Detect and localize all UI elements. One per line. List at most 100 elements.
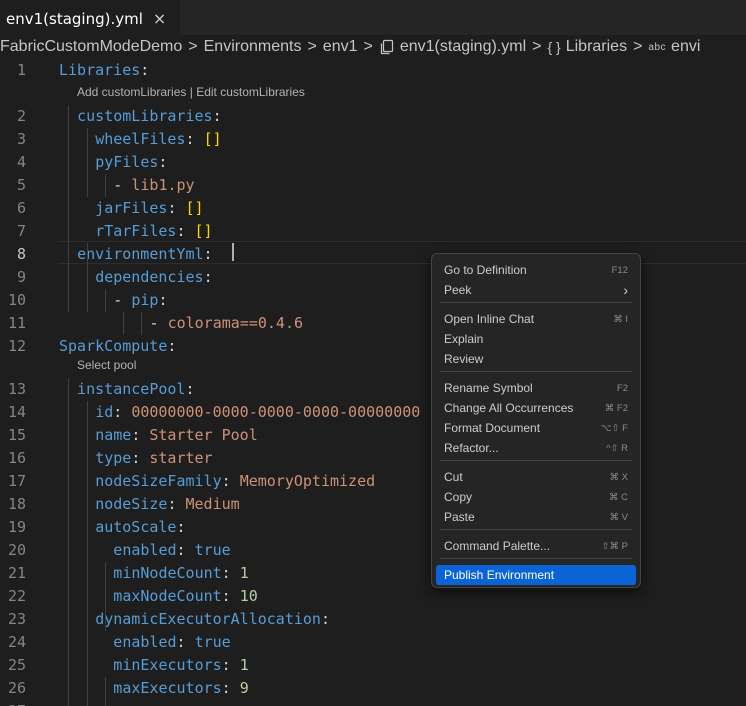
- code-token: lib1.py: [131, 176, 195, 194]
- code-line: 26 maxExecutors: 9: [0, 677, 746, 700]
- code-text: dependencies:: [95, 266, 212, 289]
- menu-item-label: Change All Occurrences: [444, 401, 574, 415]
- code-token: :: [113, 403, 132, 421]
- line-number: 15: [7, 426, 26, 444]
- menu-item-format-document[interactable]: Format Document ⌥⇧ F: [436, 418, 636, 438]
- add-custom-libraries-link[interactable]: Add customLibraries: [77, 85, 186, 99]
- code-token: enabled: [113, 541, 177, 559]
- code-text: customLibraries:: [77, 105, 222, 128]
- breadcrumb-item-libraries[interactable]: { } Libraries: [547, 38, 627, 56]
- menu-item-publish-environment[interactable]: Publish Environment: [436, 565, 636, 585]
- menu-item-change-all-occurrences[interactable]: Change All Occurrences ⌘ F2: [436, 398, 636, 418]
- menu-item-label: Command Palette...: [444, 539, 551, 553]
- line-number: 12: [7, 337, 26, 355]
- menu-item-copy[interactable]: Copy ⌘ C: [436, 487, 636, 507]
- menu-item-peek[interactable]: Peek ›: [436, 280, 636, 300]
- code-token: nodeSize: [95, 495, 168, 513]
- code-token: SparkCompute: [59, 337, 168, 355]
- breadcrumb-label: Environments: [203, 38, 302, 55]
- file-copy-icon: [380, 39, 393, 55]
- line-number: 5: [16, 176, 26, 194]
- chevron-right-icon: ›: [623, 282, 628, 298]
- code-token: 9: [239, 679, 249, 697]
- breadcrumb-label: Libraries: [565, 38, 628, 55]
- code-token: :: [212, 107, 222, 125]
- keyboard-shortcut: ⇧⌘ P: [601, 540, 628, 552]
- menu-item-label: Rename Symbol: [444, 381, 533, 395]
- code-token: :: [221, 587, 240, 605]
- code-token: :: [176, 633, 195, 651]
- breadcrumb-item-env1[interactable]: env1: [323, 38, 358, 56]
- indent-guide: [68, 378, 69, 706]
- menu-item-open-inline-chat[interactable]: Open Inline Chat ⌘ I: [436, 309, 636, 329]
- code-token: []: [185, 199, 204, 217]
- code-token: Medium: [185, 495, 240, 513]
- menu-item-go-to-definition[interactable]: Go to Definition F12: [436, 260, 636, 280]
- indent-guide: [105, 677, 106, 706]
- code-token: pip: [131, 291, 159, 309]
- code-token: dependencies: [95, 268, 204, 286]
- code-text: id: 00000000-0000-0000-0000-00000000: [95, 401, 420, 424]
- menu-item-paste[interactable]: Paste ⌘ V: [436, 507, 636, 527]
- tab-title: env1(staging).yml: [6, 9, 143, 28]
- chevron-right-icon: >: [633, 38, 643, 55]
- code-token: id: [95, 403, 114, 421]
- code-token: :: [158, 291, 168, 309]
- code-token: []: [203, 130, 222, 148]
- breadcrumb-item-project[interactable]: FabricCustomModeDemo: [0, 38, 182, 56]
- menu-separator: [440, 558, 632, 559]
- code-token: MemoryOptimized: [239, 472, 376, 490]
- line-number: 10: [7, 291, 26, 309]
- string-abc-icon: abc: [648, 41, 667, 53]
- keyboard-shortcut: ⌘ X: [609, 471, 628, 483]
- line-number: 9: [16, 268, 26, 286]
- code-token: customLibraries: [77, 107, 213, 125]
- keyboard-shortcut: ⌘ V: [609, 511, 628, 523]
- code-line: 5 - lib1.py: [0, 174, 746, 197]
- indent-guide: [105, 289, 106, 312]
- code-token: Starter Pool: [149, 426, 258, 444]
- keyboard-shortcut: F2: [616, 382, 628, 394]
- line-number: 20: [7, 541, 26, 559]
- indent-guide: [105, 562, 106, 631]
- keyboard-shortcut: ⌘ I: [613, 313, 628, 325]
- line-number: 8: [16, 245, 26, 263]
- chevron-right-icon: >: [307, 38, 317, 55]
- menu-item-review[interactable]: Review: [436, 349, 636, 369]
- menu-item-explain[interactable]: Explain: [436, 329, 636, 349]
- menu-separator: [440, 460, 632, 461]
- code-token: type: [95, 449, 132, 467]
- line-number: 3: [16, 130, 26, 148]
- chevron-right-icon: >: [188, 38, 198, 55]
- line-number: 6: [16, 199, 26, 217]
- menu-item-rename-symbol[interactable]: Rename Symbol F2: [436, 378, 636, 398]
- line-number: 22: [7, 587, 26, 605]
- editor-tab-env1-staging[interactable]: env1(staging).yml ×: [0, 0, 181, 36]
- code-token: :: [176, 518, 186, 536]
- code-token: -: [113, 176, 132, 194]
- breadcrumb-item-environment-yml[interactable]: abc envi: [648, 38, 700, 56]
- edit-custom-libraries-link[interactable]: Edit customLibraries: [196, 85, 305, 99]
- menu-item-label: Review: [444, 352, 484, 366]
- code-text: dynamicExecutorAllocation:: [95, 608, 330, 631]
- menu-item-refactor[interactable]: Refactor... ^⇧ R: [436, 438, 636, 458]
- code-line: 25 minExecutors: 1: [0, 654, 746, 677]
- menu-item-command-palette[interactable]: Command Palette... ⇧⌘ P: [436, 536, 636, 556]
- code-token: minExecutors: [113, 656, 222, 674]
- code-text: name: Starter Pool: [95, 424, 258, 447]
- line-number: 24: [7, 633, 26, 651]
- code-text: nodeSize: Medium: [95, 493, 240, 516]
- code-token: Libraries: [59, 61, 141, 79]
- code-token: -: [113, 291, 132, 309]
- code-text: wheelFiles: []: [95, 128, 221, 151]
- breadcrumb-item-file[interactable]: env1(staging).yml: [379, 38, 526, 56]
- indent-guide: [105, 174, 106, 197]
- context-menu: Go to Definition F12 Peek › Open Inline Chat…: [431, 253, 641, 588]
- menu-item-cut[interactable]: Cut ⌘ X: [436, 467, 636, 487]
- close-icon[interactable]: ×: [153, 9, 166, 28]
- code-text: rTarFiles: []: [95, 220, 212, 243]
- breadcrumb-item-environments[interactable]: Environments: [204, 38, 302, 56]
- code-text: autoScale:: [95, 516, 185, 539]
- code-token: 1: [239, 656, 249, 674]
- select-pool-link[interactable]: Select pool: [77, 358, 136, 372]
